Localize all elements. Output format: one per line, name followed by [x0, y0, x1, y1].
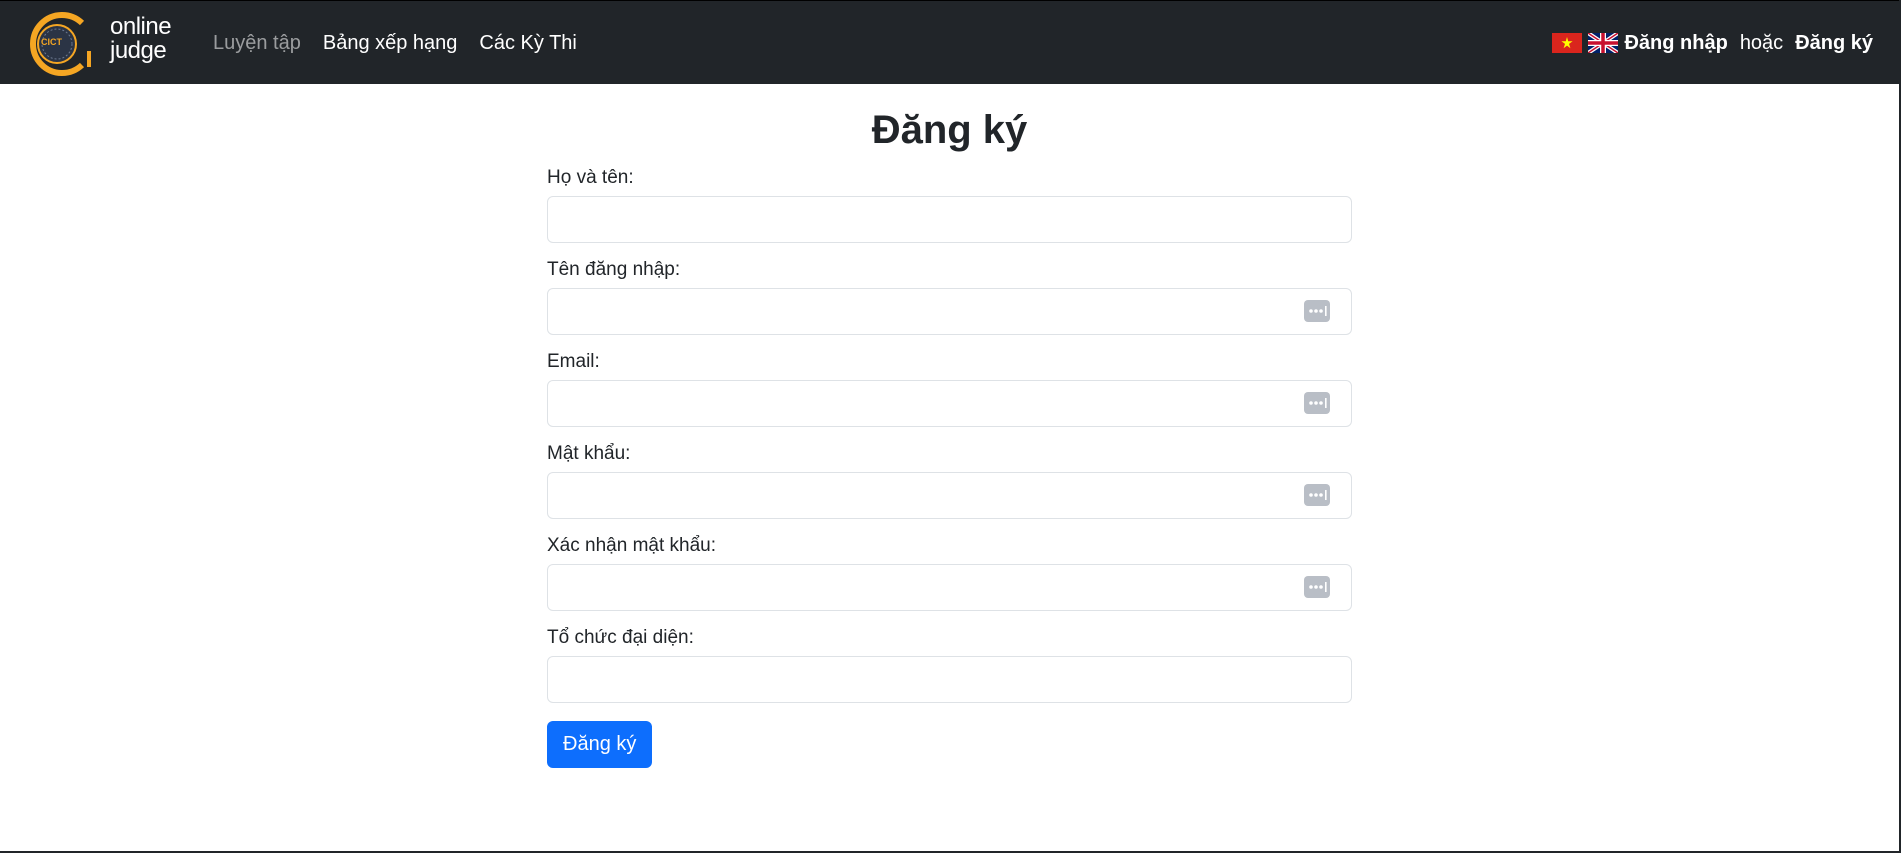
- confirm-password-label: Xác nhận mật khẩu:: [547, 535, 716, 556]
- password-manager-icon[interactable]: [1304, 576, 1330, 598]
- password-wrap: [547, 472, 1352, 519]
- logo-badge-text: CICT: [41, 37, 62, 47]
- logo-wordmark: online judge: [110, 13, 172, 64]
- organization-wrap: [547, 656, 1352, 703]
- full-name-label: Họ và tên:: [547, 167, 634, 188]
- organization-input[interactable]: [547, 656, 1352, 703]
- email-input[interactable]: [547, 380, 1352, 427]
- page: CICT online judge Luyện tập Bảng xếp hạn…: [0, 0, 1901, 853]
- top-navbar: CICT online judge Luyện tập Bảng xếp hạn…: [0, 0, 1899, 84]
- full-name-input[interactable]: [547, 196, 1352, 243]
- cict-logo-icon: [30, 12, 91, 76]
- nav-auth-area: Đăng nhập hoặc Đăng ký: [1552, 1, 1873, 85]
- password-input[interactable]: [547, 472, 1352, 519]
- confirm-password-input[interactable]: [547, 564, 1352, 611]
- field-full-name: Họ và tên:: [547, 166, 1352, 243]
- password-manager-icon[interactable]: [1304, 300, 1330, 322]
- email-wrap: [547, 380, 1352, 427]
- field-username: Tên đăng nhập:: [547, 258, 1352, 335]
- field-password: Mật khẩu:: [547, 442, 1352, 519]
- username-input[interactable]: [547, 288, 1352, 335]
- register-form: Họ và tên: Tên đăng nhập: Email: Mật khẩ…: [547, 166, 1352, 768]
- site-logo[interactable]: CICT online judge: [24, 11, 172, 76]
- field-confirm-password: Xác nhận mật khẩu:: [547, 534, 1352, 611]
- username-wrap: [547, 288, 1352, 335]
- password-manager-icon[interactable]: [1304, 484, 1330, 506]
- confirm-password-wrap: [547, 564, 1352, 611]
- nav-link-leaderboard[interactable]: Bảng xếp hạng: [322, 32, 459, 55]
- login-link[interactable]: Đăng nhập: [1624, 32, 1727, 55]
- username-label: Tên đăng nhập:: [547, 259, 681, 280]
- email-label: Email:: [547, 351, 600, 372]
- nav-link-practice[interactable]: Luyện tập: [212, 32, 302, 55]
- password-label: Mật khẩu:: [547, 443, 631, 464]
- field-organization: Tổ chức đại diện:: [547, 626, 1352, 703]
- register-submit-button[interactable]: Đăng ký: [547, 721, 653, 768]
- full-name-wrap: [547, 196, 1352, 243]
- field-email: Email:: [547, 350, 1352, 427]
- vi-flag-icon[interactable]: [1552, 33, 1583, 53]
- nav-link-contests[interactable]: Các Kỳ Thi: [478, 32, 577, 55]
- main-nav: Luyện tập Bảng xếp hạng Các Kỳ Thi: [212, 1, 578, 85]
- logo-line-1: online: [110, 13, 172, 40]
- uk-flag-icon[interactable]: [1587, 31, 1620, 55]
- organization-label: Tổ chức đại diện:: [547, 627, 694, 648]
- page-title: Đăng ký: [871, 108, 1028, 152]
- logo-line-2: judge: [110, 37, 167, 64]
- or-text: hoặc: [1739, 31, 1784, 54]
- register-link[interactable]: Đăng ký: [1795, 32, 1873, 55]
- password-manager-icon[interactable]: [1304, 392, 1330, 414]
